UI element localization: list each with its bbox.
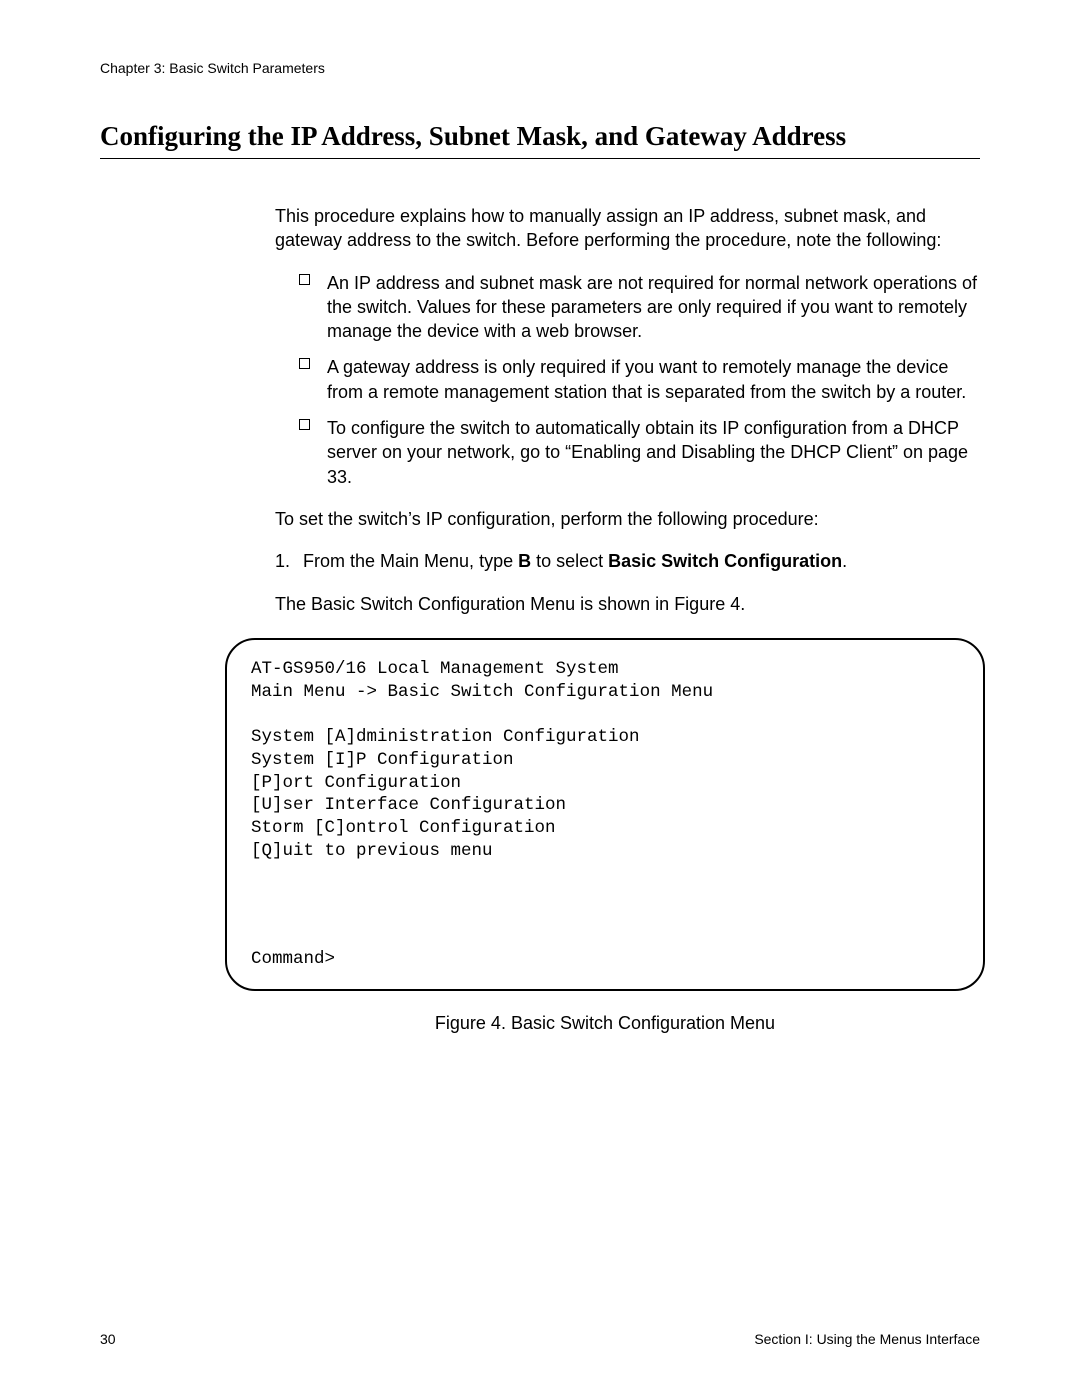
body-content: This procedure explains how to manually … <box>275 204 980 616</box>
list-item: To configure the switch to automatically… <box>299 416 980 489</box>
section-label: Section I: Using the Menus Interface <box>754 1331 980 1347</box>
step-item: 1. From the Main Menu, type B to select … <box>275 549 980 573</box>
bullet-icon <box>299 358 310 369</box>
terminal-screenshot: AT-GS950/16 Local Management System Main… <box>225 638 985 991</box>
intro-paragraph: This procedure explains how to manually … <box>275 204 980 253</box>
bullet-icon <box>299 274 310 285</box>
step-bold-menu: Basic Switch Configuration <box>608 551 842 571</box>
page-footer: 30 Section I: Using the Menus Interface <box>100 1331 980 1347</box>
step-text-mid: to select <box>531 551 608 571</box>
step-number: 1. <box>275 549 290 573</box>
list-item-text: A gateway address is only required if yo… <box>327 357 966 401</box>
step-text-pre: From the Main Menu, type <box>303 551 518 571</box>
list-item-text: An IP address and subnet mask are not re… <box>327 273 977 342</box>
page-number: 30 <box>100 1331 116 1347</box>
list-item-text: To configure the switch to automatically… <box>327 418 968 487</box>
step-text-post: . <box>842 551 847 571</box>
figure-caption: Figure 4. Basic Switch Configuration Men… <box>225 1013 985 1034</box>
note-list: An IP address and subnet mask are not re… <box>299 271 980 489</box>
list-item: An IP address and subnet mask are not re… <box>299 271 980 344</box>
chapter-header: Chapter 3: Basic Switch Parameters <box>100 60 980 76</box>
terminal-body: AT-GS950/16 Local Management System Main… <box>251 659 713 861</box>
list-item: A gateway address is only required if yo… <box>299 355 980 404</box>
page-title: Configuring the IP Address, Subnet Mask,… <box>100 121 980 159</box>
lead-paragraph: To set the switch’s IP configuration, pe… <box>275 507 980 531</box>
procedure-list: 1. From the Main Menu, type B to select … <box>275 549 980 573</box>
figure-reference: The Basic Switch Configuration Menu is s… <box>275 592 980 616</box>
bullet-icon <box>299 419 310 430</box>
step-bold-key: B <box>518 551 531 571</box>
terminal-prompt: Command> <box>251 948 335 971</box>
